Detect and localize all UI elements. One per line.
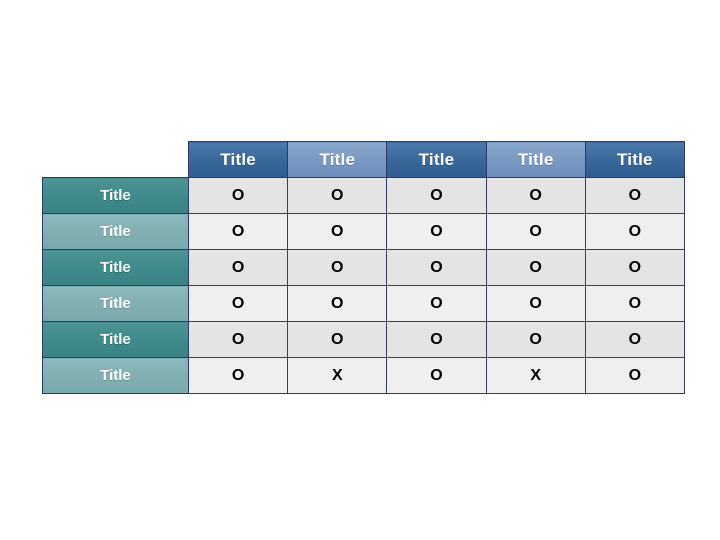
table-row: Title O O O O O [42,321,685,358]
table-row: Title O O O O O [42,213,685,250]
cell-mark-o[interactable]: O [386,357,487,394]
column-header-1[interactable]: Title [187,141,289,178]
cell-mark-o[interactable]: O [386,213,487,250]
cell-mark-o[interactable]: O [287,213,388,250]
cell-mark-o[interactable]: O [187,285,289,322]
row-label-2[interactable]: Title [42,213,189,250]
row-label-4[interactable]: Title [42,285,189,322]
column-header-4[interactable]: Title [485,141,586,178]
cell-mark-o[interactable]: O [287,249,388,286]
column-header-2[interactable]: Title [287,141,388,178]
row-label-3[interactable]: Title [42,249,189,286]
cell-mark-o[interactable]: O [187,213,289,250]
column-header-3[interactable]: Title [386,141,487,178]
cell-mark-o[interactable]: O [485,213,586,250]
table-body: Title O O O O O Title O O O O O Title O O O O O Title O O O O O… [42,177,685,394]
cell-mark-o[interactable]: O [187,177,289,214]
cell-mark-o[interactable]: O [584,357,685,394]
slide-canvas: Title Title Title Title Title Title O O O O O Titl… [0,0,720,540]
cell-mark-o[interactable]: O [287,285,388,322]
row-label-5[interactable]: Title [42,321,189,358]
table-row: Title O O O O O [42,285,685,322]
cell-mark-o[interactable]: O [584,285,685,322]
cell-mark-o[interactable]: O [485,249,586,286]
cell-mark-o[interactable]: O [485,321,586,358]
comparison-matrix-table: Title Title Title Title Title Title O O O O O Titl… [42,141,685,394]
cell-mark-o[interactable]: O [386,177,487,214]
table-header: Title Title Title Title Title [42,141,685,178]
cell-mark-o[interactable]: O [386,321,487,358]
row-label-6[interactable]: Title [42,357,189,394]
table-row: Title O O O O O [42,177,685,214]
header-row: Title Title Title Title Title [42,141,685,178]
cell-mark-o[interactable]: O [287,177,388,214]
cell-mark-o[interactable]: O [187,357,289,394]
column-header-5[interactable]: Title [584,141,685,178]
cell-mark-o[interactable]: O [187,321,289,358]
cell-mark-x[interactable]: X [287,357,388,394]
cell-mark-o[interactable]: O [584,177,685,214]
cell-mark-o[interactable]: O [584,213,685,250]
cell-mark-o[interactable]: O [584,321,685,358]
table-row: Title O O O O O [42,249,685,286]
cell-mark-o[interactable]: O [187,249,289,286]
cell-mark-o[interactable]: O [386,249,487,286]
cell-mark-x[interactable]: X [485,357,586,394]
table-row: Title O X O X O [42,357,685,394]
cell-mark-o[interactable]: O [485,177,586,214]
cell-mark-o[interactable]: O [485,285,586,322]
cell-mark-o[interactable]: O [386,285,487,322]
row-label-1[interactable]: Title [42,177,189,214]
table-corner-cell [42,141,189,178]
cell-mark-o[interactable]: O [584,249,685,286]
cell-mark-o[interactable]: O [287,321,388,358]
